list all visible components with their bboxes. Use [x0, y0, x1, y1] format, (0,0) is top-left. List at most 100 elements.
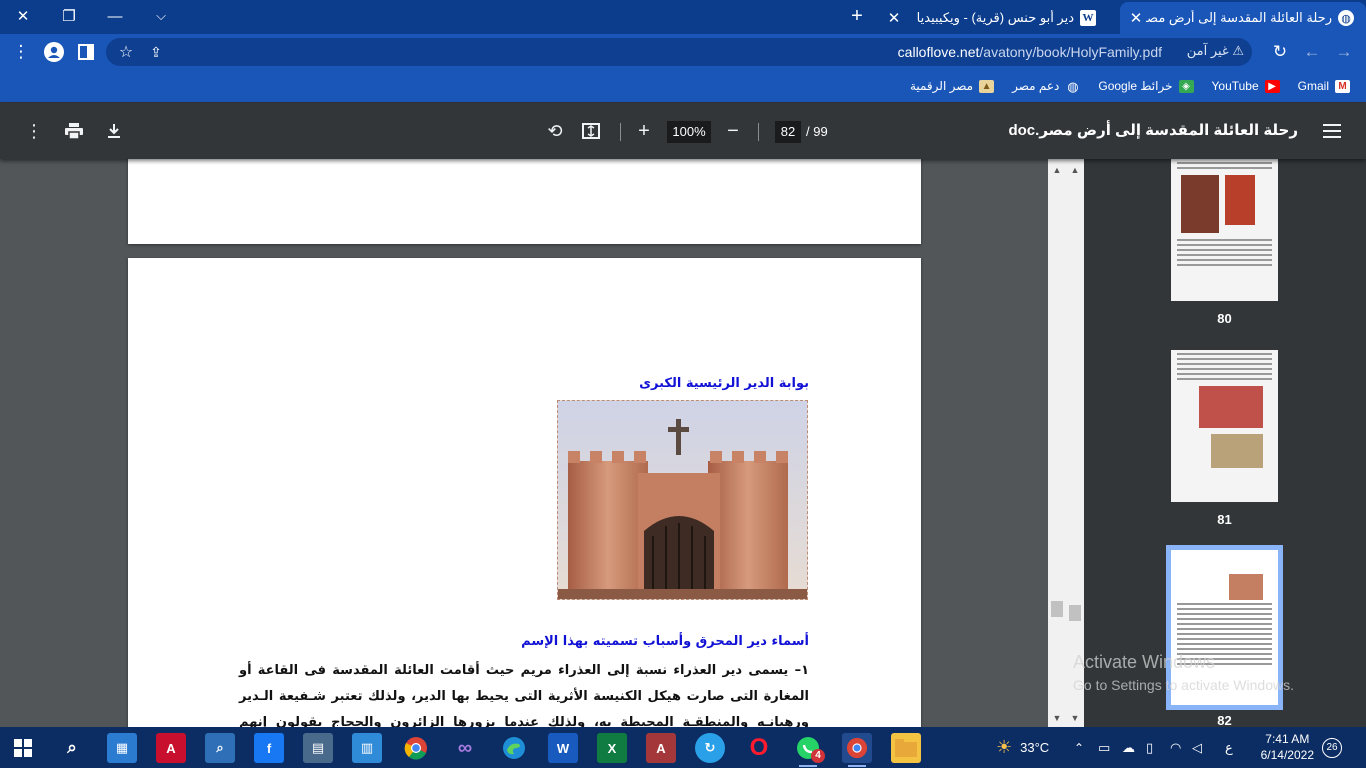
hamburger-menu-icon[interactable]: [1318, 117, 1346, 145]
temperature: 33°C: [1020, 740, 1050, 755]
body-paragraph: ١– يسمى دير العذراء نسبة إلى العذراء مري…: [239, 663, 809, 727]
show-hidden-icons-icon[interactable]: ⌃: [1074, 727, 1084, 768]
bookmark-star-icon[interactable]: ☆: [112, 38, 140, 66]
whatsapp-icon[interactable]: 4: [793, 733, 825, 767]
back-icon[interactable]: ←: [1298, 38, 1326, 66]
calendar-icon[interactable]: ▥: [352, 733, 382, 763]
sync-icon[interactable]: ↻: [695, 733, 725, 763]
thumbnail-page-80[interactable]: [1171, 159, 1278, 301]
bookmarks-bar: M Gmail ▶ YouTube ◈ خرائط Google ◍ دعم م…: [0, 70, 1366, 102]
scroll-up-icon[interactable]: ▲: [1049, 163, 1065, 177]
weather-widget[interactable]: ☀ 33°C: [996, 727, 1049, 768]
zoom-input[interactable]: 100%: [667, 121, 711, 143]
minimize-window-button[interactable]: —: [92, 0, 138, 32]
notification-count: 26: [1322, 737, 1342, 758]
omnibox[interactable]: ☆ ⇪ calloflove.net/avatony/book/HolyFami…: [106, 38, 1252, 66]
url-path: /avatony/book/HolyFamily.pdf: [979, 44, 1162, 60]
thumbnail-page-81[interactable]: [1171, 350, 1278, 502]
thumbnail-number: 81: [1217, 512, 1232, 527]
magnifier-icon[interactable]: ⌕: [205, 733, 235, 763]
clock[interactable]: 7:41 AM 6/14/2022: [1261, 731, 1314, 763]
address-bar: ⋮ ☆ ⇪ calloflove.net/avatony/book/HolyFa…: [0, 34, 1366, 70]
facebook-icon[interactable]: f: [254, 733, 284, 763]
close-tab-icon[interactable]: ✕: [1126, 9, 1146, 27]
thumbnail-number: 80: [1217, 311, 1232, 326]
scroll-thumb[interactable]: [1069, 605, 1081, 621]
tab-title: رحلة العائلة المقدسة إلى أرض مصر: [1146, 10, 1332, 25]
menu-icon[interactable]: ⋮: [7, 38, 35, 66]
url-host: calloflove.net: [897, 44, 980, 60]
bookmark-support-egypt[interactable]: ◍ دعم مصر: [1012, 79, 1080, 93]
input-language[interactable]: ع: [1225, 727, 1233, 768]
pdf-viewport[interactable]: بوابة الدير الرئيسية الكبرى أسماء دير ال…: [0, 159, 1048, 727]
zoom-in-icon[interactable]: +: [630, 117, 658, 145]
divider: [620, 123, 621, 141]
close-tab-icon[interactable]: ✕: [884, 9, 904, 27]
calculator-app-icon[interactable]: ▦: [107, 733, 137, 763]
tab-wikipedia[interactable]: ✕ دير أبو حنس (قرية) - ويكيبيديا W: [884, 2, 1118, 34]
volume-icon[interactable]: ◁: [1192, 727, 1202, 768]
globe-icon: ◍: [1338, 10, 1354, 26]
restore-window-button[interactable]: ❐: [46, 0, 92, 32]
notifications-button[interactable]: 26: [1322, 727, 1342, 768]
bookmark-maps[interactable]: ◈ خرائط Google: [1098, 79, 1194, 93]
reload-icon[interactable]: ↻: [1266, 38, 1294, 66]
excel-icon[interactable]: X: [597, 733, 627, 763]
thumbnail-sidebar: 80 81 82: [1084, 159, 1366, 727]
scroll-down-icon[interactable]: ▼: [1067, 711, 1083, 725]
url-text[interactable]: calloflove.net/avatony/book/HolyFamily.p…: [898, 44, 1162, 60]
devices-icon[interactable]: ▭: [1098, 727, 1110, 768]
scroll-thumb[interactable]: [1051, 601, 1063, 617]
access-icon[interactable]: A: [646, 733, 676, 763]
tab-holy-family[interactable]: ✕ رحلة العائلة المقدسة إلى أرض مصر ◍: [1120, 2, 1366, 34]
profile-icon[interactable]: [40, 38, 68, 66]
monastery-gate-photo: [557, 400, 808, 600]
visual-studio-icon[interactable]: ∞: [450, 733, 480, 763]
wikipedia-icon: W: [1080, 10, 1096, 26]
warning-icon: ⚠: [1232, 43, 1244, 58]
word-icon[interactable]: W: [548, 733, 578, 763]
gmail-icon: M: [1335, 79, 1350, 93]
battery-icon[interactable]: ▯: [1146, 727, 1153, 768]
zoom-out-icon[interactable]: −: [719, 117, 747, 145]
notification-badge: 4: [811, 749, 825, 763]
opera-icon[interactable]: O: [744, 733, 774, 763]
bookmark-label: خرائط Google: [1098, 79, 1173, 93]
close-window-button[interactable]: ✕: [0, 0, 46, 32]
file-explorer-icon[interactable]: [891, 733, 921, 763]
download-icon[interactable]: [100, 117, 128, 145]
calculator-icon[interactable]: ▤: [303, 733, 333, 763]
watermark-title: Activate Windows: [1073, 652, 1216, 672]
windows-start-icon[interactable]: [8, 733, 38, 763]
share-icon[interactable]: ⇪: [142, 38, 170, 66]
tab-search-button[interactable]: ⌵: [138, 0, 184, 32]
autocad-icon[interactable]: A: [156, 733, 186, 763]
chrome-profile-icon[interactable]: [842, 733, 872, 767]
new-tab-button[interactable]: +: [834, 0, 880, 32]
time: 7:41 AM: [1265, 732, 1310, 746]
print-icon[interactable]: [60, 117, 88, 145]
page-number-input[interactable]: 82: [775, 121, 801, 143]
bookmark-youtube[interactable]: ▶ YouTube: [1212, 79, 1280, 93]
digital-egypt-icon: ▲: [979, 79, 995, 93]
watermark-subtitle: Go to Settings to activate Windows.: [1073, 677, 1294, 693]
more-actions-icon[interactable]: ⋮: [20, 117, 48, 145]
scroll-up-icon[interactable]: ▲: [1067, 163, 1083, 177]
wifi-icon[interactable]: ◠: [1170, 727, 1181, 768]
cloud-icon[interactable]: ☁: [1122, 727, 1135, 768]
rotate-icon[interactable]: ⟲: [541, 117, 569, 145]
forward-icon[interactable]: →: [1330, 38, 1358, 66]
bookmark-digital-egypt[interactable]: ▲ مصر الرقمية: [910, 79, 995, 93]
bookmark-gmail[interactable]: M Gmail: [1298, 79, 1350, 93]
scroll-down-icon[interactable]: ▼: [1049, 711, 1065, 725]
weather-icon: ☀: [996, 737, 1013, 757]
bookmark-label: Gmail: [1297, 79, 1329, 93]
fit-page-icon[interactable]: [577, 117, 605, 145]
pdf-page-82: بوابة الدير الرئيسية الكبرى أسماء دير ال…: [128, 258, 921, 727]
vertical-scrollbar[interactable]: ▲ ▲ ▼ ▼: [1048, 159, 1084, 727]
security-indicator[interactable]: ⚠ غير آمن: [1187, 43, 1244, 59]
chrome-icon[interactable]: [401, 733, 431, 763]
search-icon[interactable]: ⌕: [57, 733, 87, 763]
edge-icon[interactable]: [499, 733, 529, 763]
side-panel-icon[interactable]: [72, 38, 100, 66]
